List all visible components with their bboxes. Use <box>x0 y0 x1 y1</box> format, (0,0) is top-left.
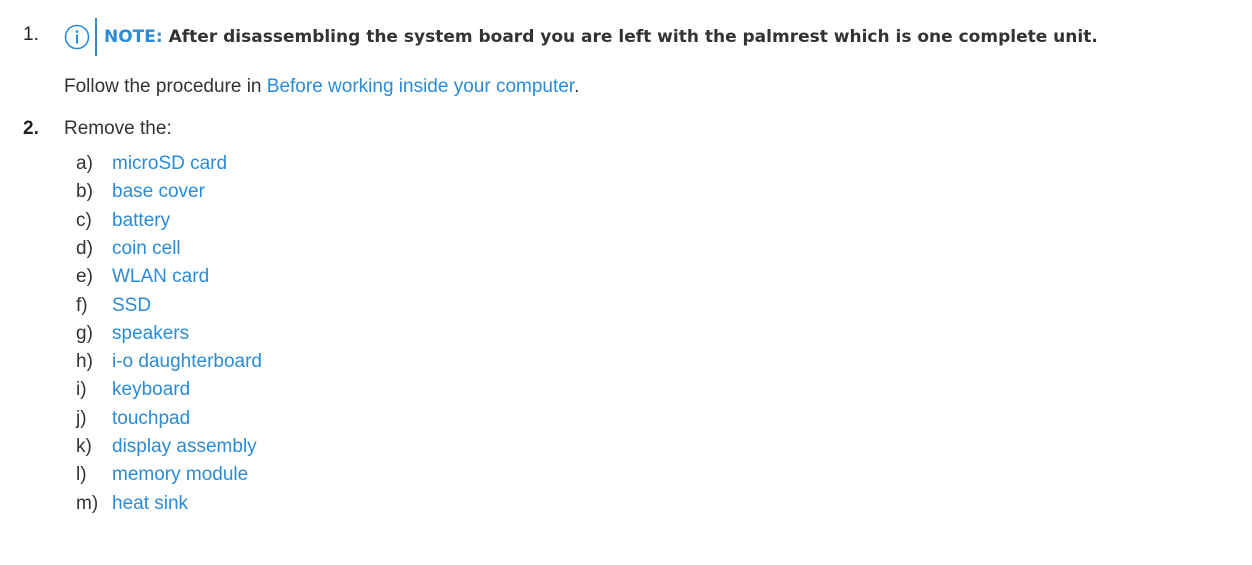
list-item: h) i-o daughterboard <box>76 351 262 373</box>
list-item-link[interactable]: base cover <box>112 181 205 203</box>
list-item: k) display assembly <box>76 436 257 458</box>
list-item-letter: g) <box>76 322 93 344</box>
list-item-link[interactable]: memory module <box>112 464 248 486</box>
list-item-letter: b) <box>76 181 93 203</box>
follow-suffix: . <box>574 76 580 97</box>
list-item-link[interactable]: SSD <box>112 295 151 317</box>
note-text: NOTE: After disassembling the system boa… <box>104 27 1098 47</box>
list-item: e) WLAN card <box>76 266 209 288</box>
list-item-letter: d) <box>76 237 93 259</box>
list-item-letter: m) <box>76 492 99 514</box>
note-divider <box>95 18 97 56</box>
step-2-text: Remove the: <box>64 118 172 139</box>
list-item-link[interactable]: display assembly <box>112 436 257 458</box>
info-circle-icon <box>64 24 90 50</box>
list-item: i) keyboard <box>76 379 190 401</box>
list-item: j) touchpad <box>76 408 190 430</box>
note-callout: NOTE: After disassembling the system boa… <box>64 18 1098 56</box>
list-item: m) heat sink <box>76 493 188 515</box>
follow-procedure-line: Follow the procedure in Before working i… <box>64 76 579 98</box>
list-item: c) battery <box>76 210 170 232</box>
list-item-link[interactable]: heat sink <box>112 493 188 515</box>
step-1-number: 1. <box>23 24 39 45</box>
list-item-letter: i) <box>76 379 87 401</box>
list-item-link[interactable]: keyboard <box>112 379 190 401</box>
list-item-link[interactable]: touchpad <box>112 408 190 430</box>
follow-prefix: Follow the procedure in <box>64 76 267 97</box>
list-item: l) memory module <box>76 464 248 486</box>
before-working-link[interactable]: Before working inside your computer <box>267 76 574 97</box>
list-item: d) coin cell <box>76 238 181 260</box>
list-item-link[interactable]: speakers <box>112 323 189 345</box>
list-item-letter: c) <box>76 209 92 231</box>
list-item-letter: a) <box>76 153 93 174</box>
list-item-link[interactable]: i-o daughterboard <box>112 351 262 373</box>
note-label: NOTE: <box>104 27 163 47</box>
note-body: After disassembling the system board you… <box>168 27 1098 47</box>
list-item: f) SSD <box>76 295 151 317</box>
list-item-letter: f) <box>76 294 88 316</box>
list-item: a) microSD card <box>76 153 227 175</box>
list-item-letter: h) <box>76 351 93 373</box>
list-item-letter: k) <box>76 436 92 457</box>
list-item-letter: e) <box>76 266 93 288</box>
list-item-link[interactable]: coin cell <box>112 238 181 260</box>
list-item-link[interactable]: WLAN card <box>112 266 209 288</box>
list-item-letter: j) <box>76 407 87 429</box>
list-item-letter: l) <box>76 464 87 486</box>
list-item-link[interactable]: microSD card <box>112 153 227 175</box>
list-item: b) base cover <box>76 181 205 203</box>
step-2-number: 2. <box>23 118 39 139</box>
list-item-link[interactable]: battery <box>112 210 170 232</box>
list-item: g) speakers <box>76 323 189 345</box>
